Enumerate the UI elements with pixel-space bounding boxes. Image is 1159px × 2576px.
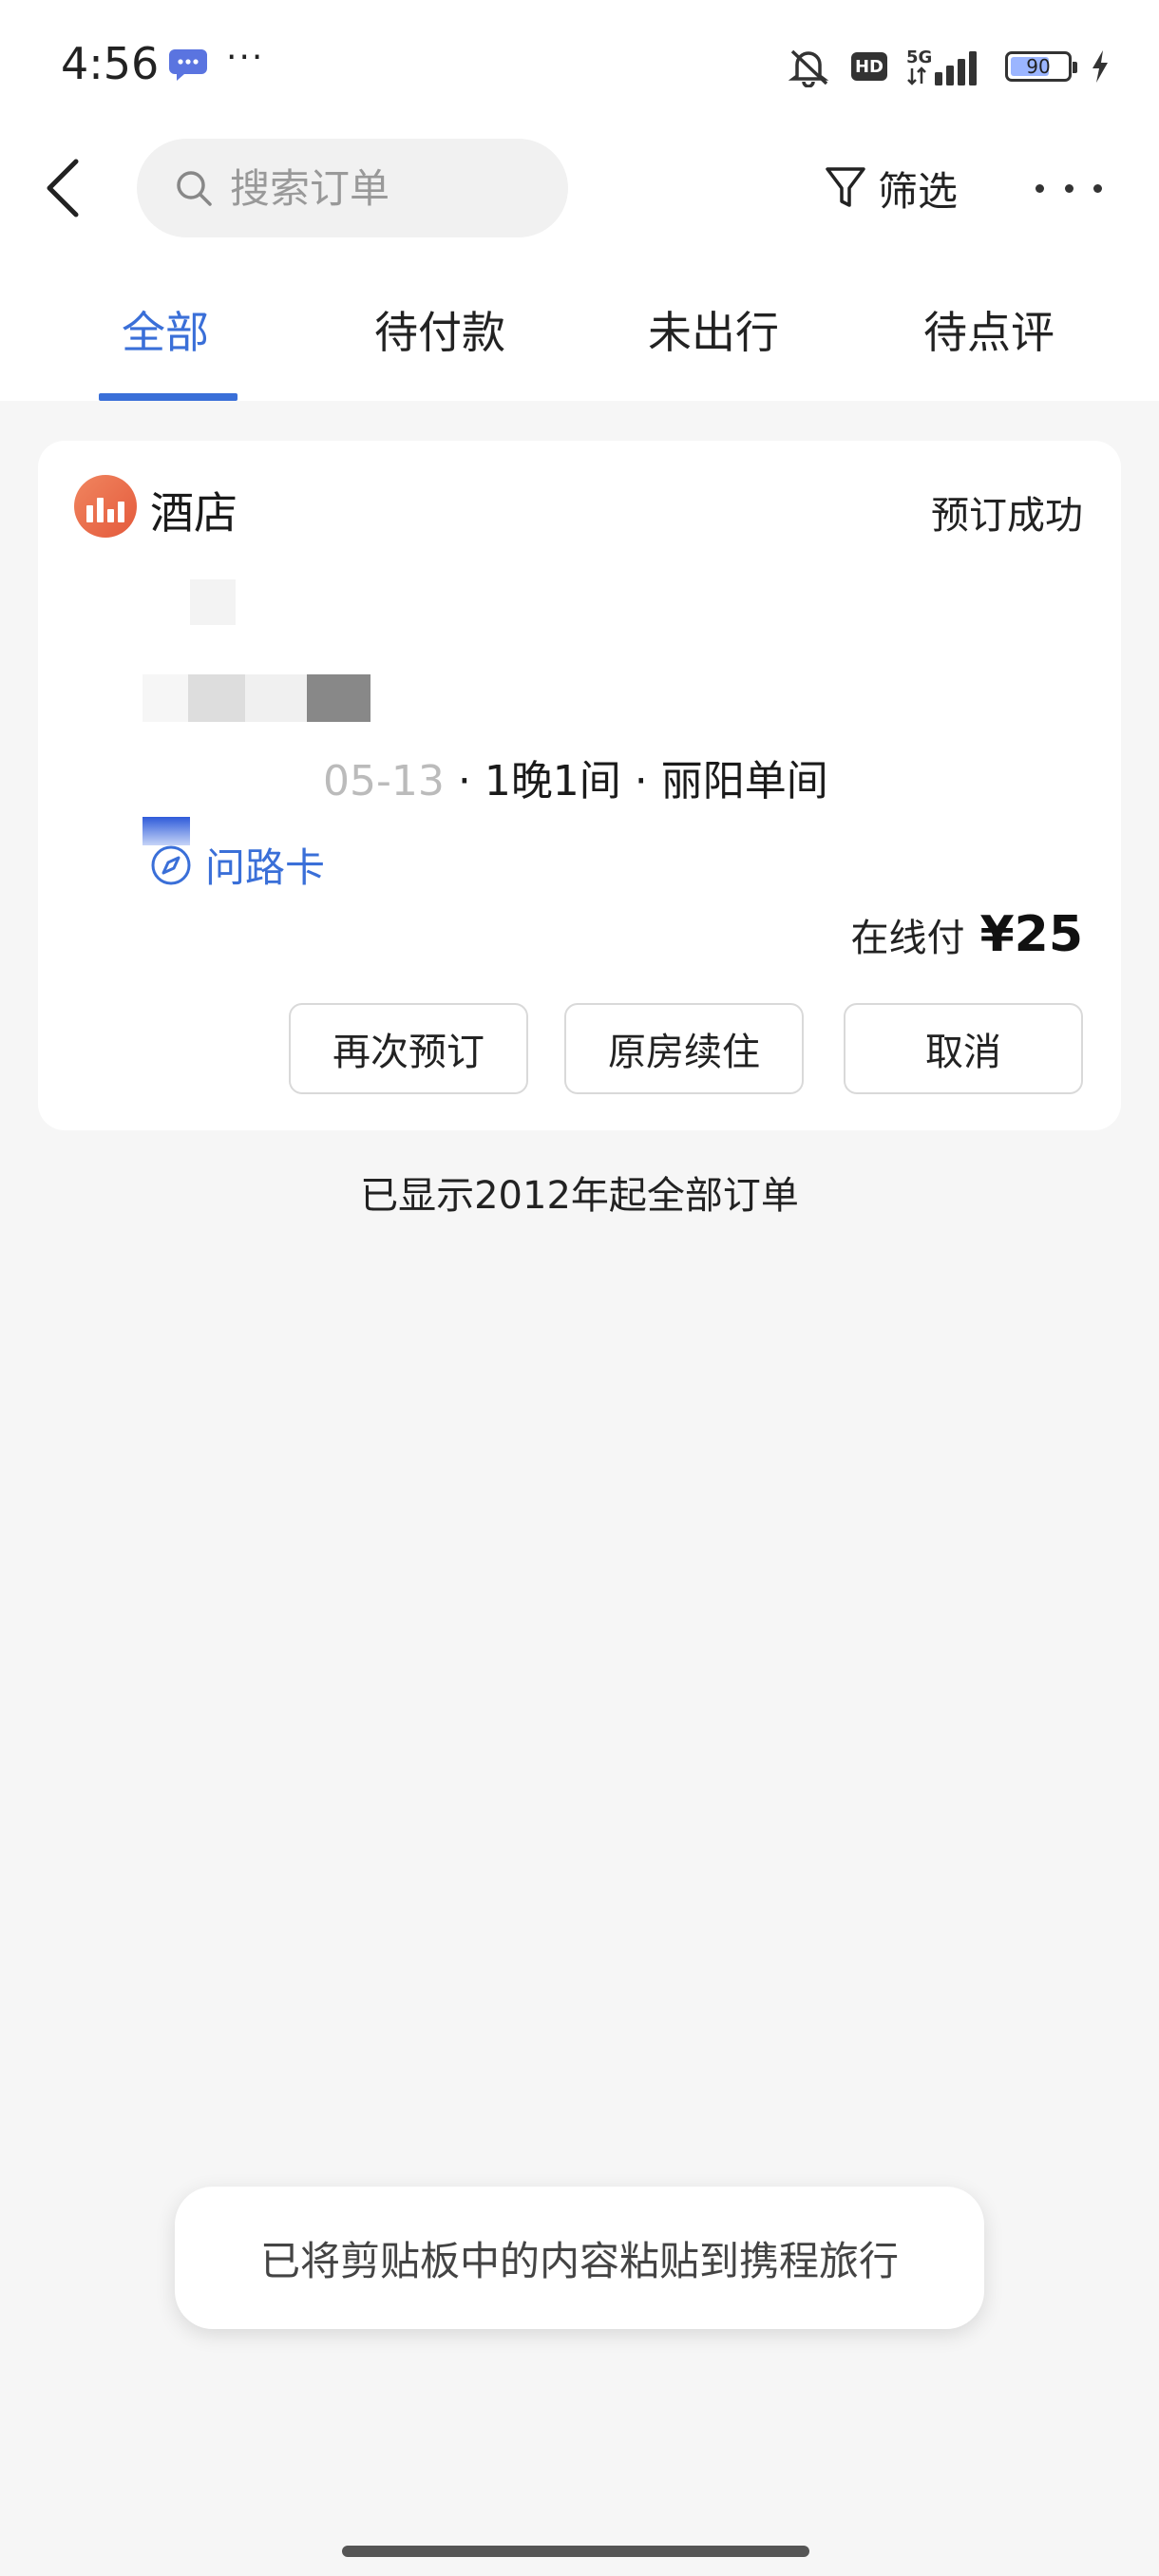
tab-pending-review[interactable]: 待点评 [923,298,1054,361]
tab-active-indicator [99,393,238,401]
back-button[interactable] [38,154,91,222]
direction-card-link[interactable]: 问路卡 [150,836,325,894]
status-time: 4:56 [61,38,160,89]
more-dot [1093,183,1102,193]
rebook-button[interactable]: 再次预订 [289,1003,528,1094]
signal-icon: 5G [906,47,977,85]
all-orders-note: 已显示2012年起全部订单 [360,1174,799,1218]
battery-icon: 90 [1005,51,1077,82]
status-more-dots: ··· [226,38,265,77]
search-box[interactable] [137,139,568,237]
order-card[interactable]: 酒店 预订成功 05-13 · 1晚1间 · 丽阳单间 问路卡 在线付 ¥25 … [38,441,1121,1130]
filter-icon [826,167,865,207]
network-label: 5G [906,47,932,67]
battery-label: 90 [1026,55,1051,78]
more-options-button[interactable] [1036,167,1102,209]
message-icon [169,49,207,81]
order-room-info: · 1晚1间 · 丽阳单间 [444,757,828,805]
order-detail: 05-13 · 1晚1间 · 丽阳单间 [323,747,828,807]
direction-card-label: 问路卡 [205,844,326,891]
cancel-button[interactable]: 取消 [844,1003,1083,1094]
tab-pending-payment[interactable]: 待付款 [374,298,505,361]
price-value: ¥25 [979,906,1083,963]
price-row: 在线付 ¥25 [850,906,1083,963]
tab-all[interactable]: 全部 [122,298,209,361]
more-dot [1036,183,1044,193]
mute-icon [788,49,829,87]
clipboard-toast: 已将剪贴板中的内容粘贴到携程旅行 [175,2187,984,2329]
status-right-group: HD 5G 90 [785,42,1110,91]
more-dot [1064,183,1074,193]
filter-button[interactable]: 筛选 [825,158,958,218]
order-type: 酒店 [150,487,238,539]
filter-label: 筛选 [878,167,959,215]
hotel-icon [74,475,137,538]
charging-icon [1092,50,1108,83]
home-indicator[interactable] [342,2546,809,2557]
tab-not-traveled[interactable]: 未出行 [648,298,779,361]
search-input[interactable] [228,163,536,213]
redacted-hotel-name [190,579,236,625]
price-label: 在线付 [850,917,965,960]
search-icon [177,171,212,206]
extend-stay-button[interactable]: 原房续住 [564,1003,804,1094]
order-date: 05-13 [323,757,445,805]
compass-icon [151,845,191,884]
redacted-hotel-address [142,674,370,722]
hd-icon: HD [851,52,887,81]
order-status: 预订成功 [931,494,1083,538]
